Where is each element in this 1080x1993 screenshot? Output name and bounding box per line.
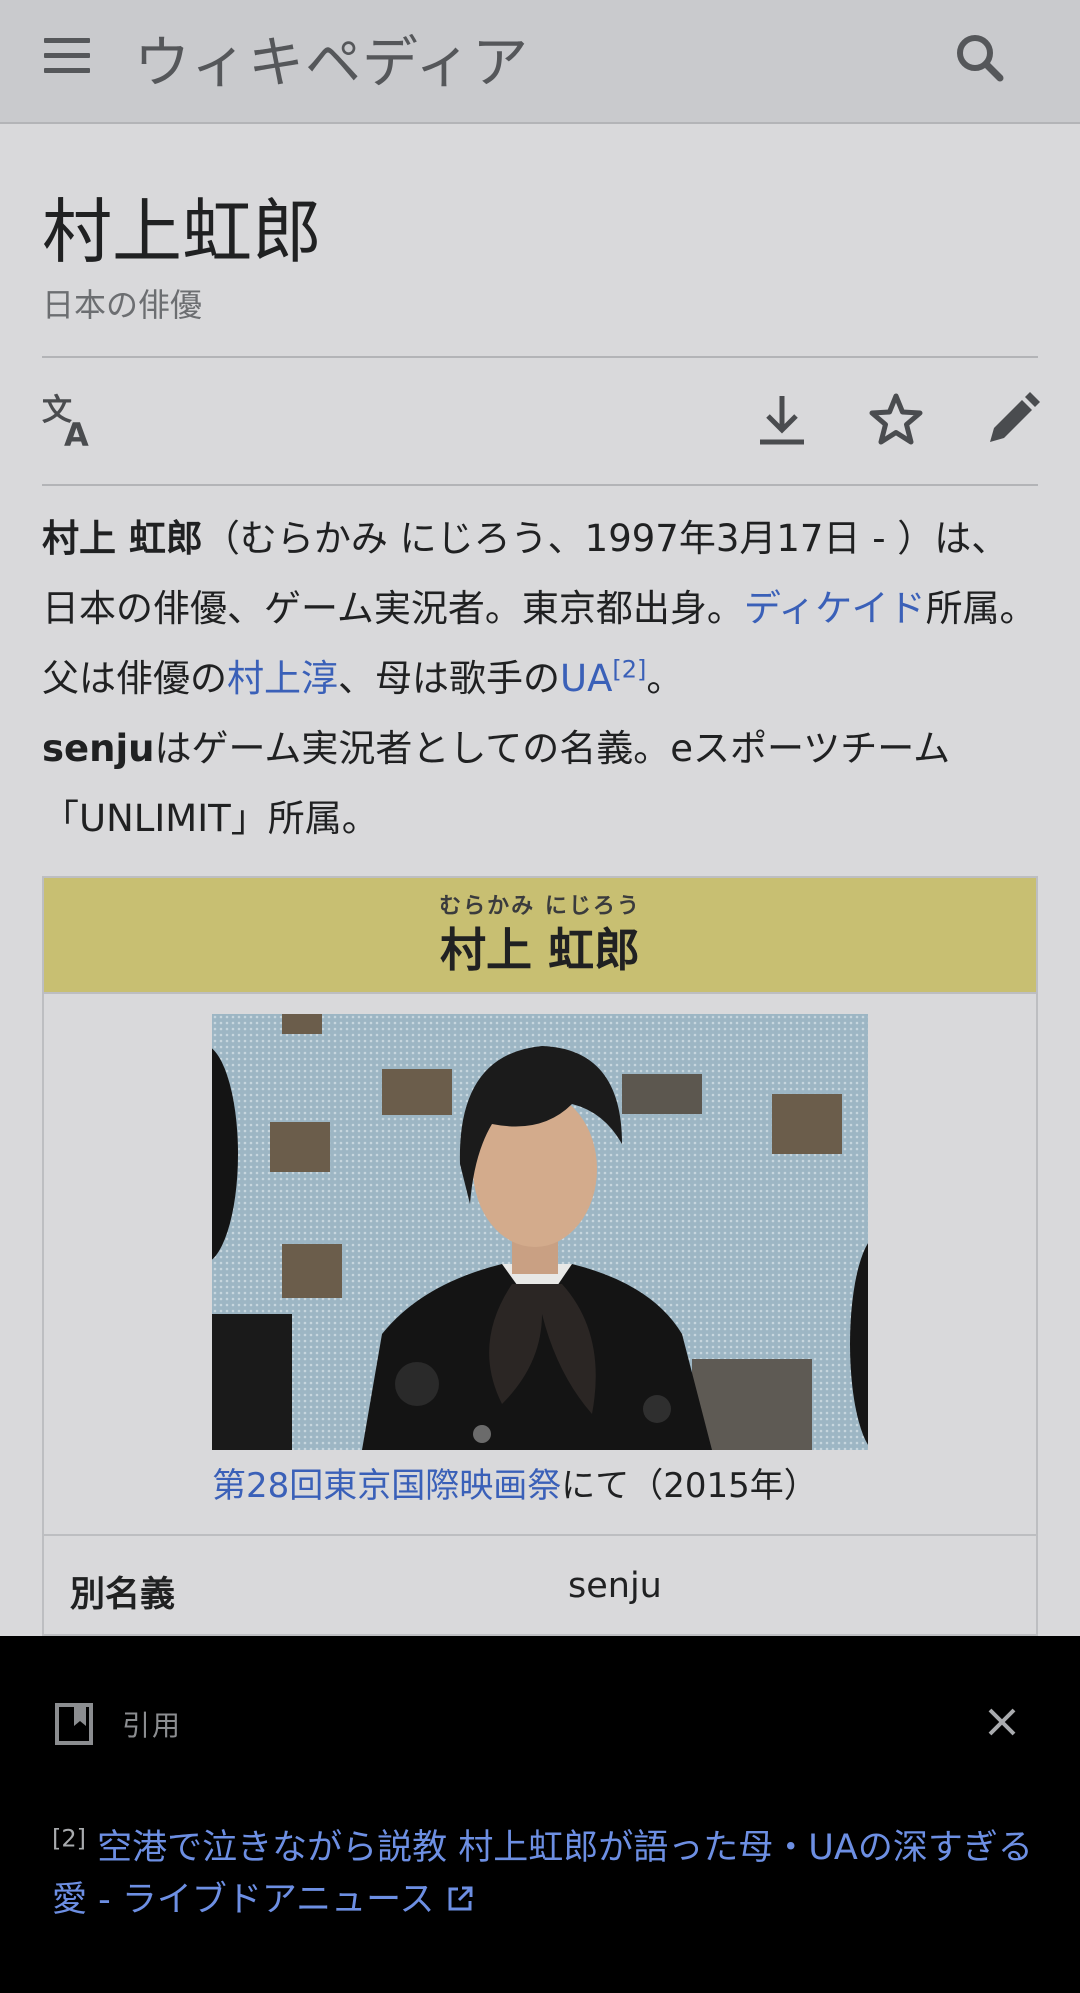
page-title: 村上虹郎 (42, 191, 322, 273)
lead-paragraph: 村上 虹郎（むらかみ にじろう、1997年3月17日 - ）は、日本の俳優、ゲー… (42, 517, 1037, 840)
citation-sheet: 引用 [2] 空港で泣きながら説教 村上虹郎が語った母・UAの深すぎる愛 - ラ… (0, 1636, 1080, 1993)
alias-name: senju (42, 727, 155, 770)
page-description: 日本の俳優 (42, 286, 203, 324)
download-icon[interactable] (752, 390, 812, 450)
photo-caption: 第28回東京国際映画祭にて（2015年） (212, 1466, 818, 1506)
subject-name: 村上 虹郎 (42, 517, 203, 560)
sheet-title: 引用 (122, 1709, 183, 1742)
link-agency[interactable]: ディケイド (744, 587, 926, 630)
portrait-photo[interactable] (212, 1014, 868, 1450)
caption-link[interactable]: 第28回東京国際映画祭 (212, 1466, 561, 1506)
menu-icon[interactable] (44, 38, 90, 78)
wikipedia-wordmark[interactable]: ウィキペディア (134, 18, 529, 99)
star-icon[interactable] (866, 390, 926, 450)
reference-link[interactable]: [2] (612, 656, 646, 684)
citation-text: [2] 空港で泣きながら説教 村上虹郎が語った母・UAの深すぎる愛 - ライブド… (52, 1822, 1042, 1926)
app-header: ウィキペディア (0, 0, 1080, 124)
link-father[interactable]: 村上淳 (227, 657, 338, 700)
pencil-icon[interactable] (982, 390, 1042, 450)
search-icon[interactable] (950, 28, 1010, 88)
close-icon[interactable] (982, 1702, 1022, 1742)
language-icon[interactable]: 文 A (40, 390, 100, 450)
infobox-name: 村上 虹郎 (439, 923, 640, 977)
bookmark-icon (55, 1703, 93, 1745)
infobox-row: 別名義 senju (44, 1534, 1036, 1636)
external-link-icon (448, 1886, 473, 1911)
divider (42, 484, 1038, 486)
citation-link[interactable]: 空港で泣きながら説教 村上虹郎が語った母・UAの深すぎる愛 - ライブドアニュー… (52, 1828, 1033, 1920)
infobox-label: 別名義 (70, 1575, 176, 1615)
infobox-value: senju (568, 1566, 662, 1606)
divider (42, 356, 1038, 358)
infobox-header: むらかみ にじろう 村上 虹郎 (44, 878, 1036, 994)
infobox: むらかみ にじろう 村上 虹郎 第28回東京国際映画祭にて（2015年） 別名義… (42, 876, 1038, 1636)
svg-text:A: A (64, 416, 89, 450)
citation-number: [2] (52, 1824, 86, 1853)
link-mother[interactable]: UA (560, 657, 612, 700)
